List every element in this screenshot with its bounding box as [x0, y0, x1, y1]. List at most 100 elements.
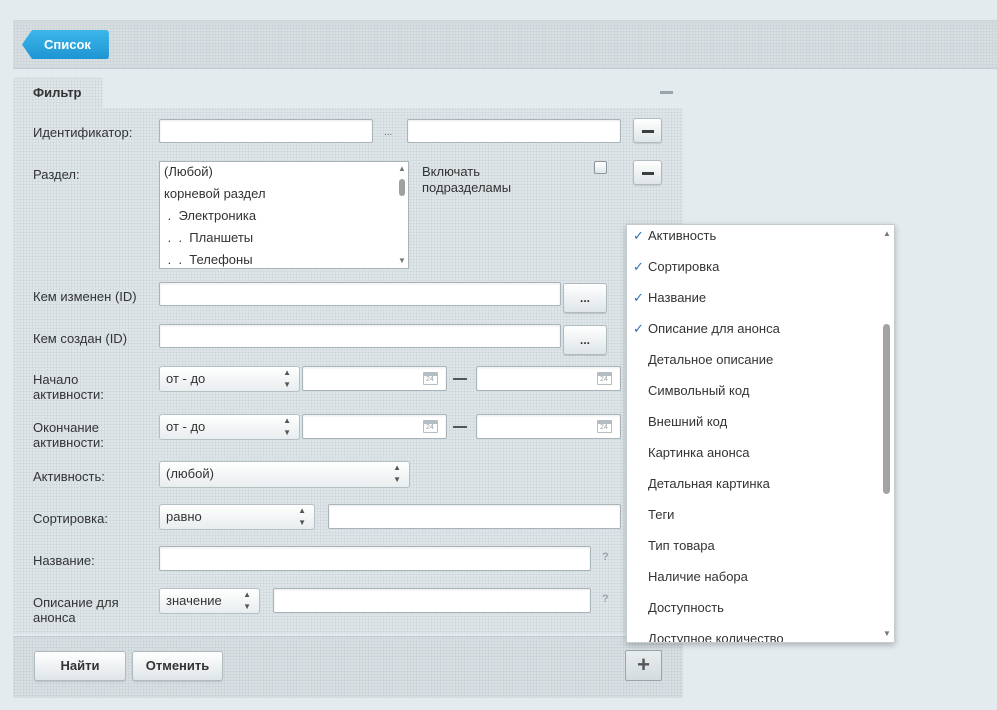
- calendar-icon[interactable]: 24: [597, 372, 612, 385]
- field-option-label: Детальная картинка: [648, 476, 770, 491]
- listbox-scrollbar[interactable]: ▲ ▼: [396, 162, 408, 268]
- select-arrows-icon: ▲ ▼: [393, 463, 401, 484]
- active-from-range-select[interactable]: от - до ▲ ▼: [159, 366, 300, 392]
- field-option-label: Сортировка: [648, 259, 720, 274]
- preview-text-help-icon[interactable]: ?: [602, 593, 609, 605]
- field-option[interactable]: ✓ Активность: [627, 227, 877, 258]
- field-chooser-popup[interactable]: ✓ Активность ✓ Сортировка ✓ Название ✓ Описание…: [626, 224, 895, 643]
- select-arrows-icon: ▲ ▼: [298, 506, 306, 527]
- modified-by-lookup-button[interactable]: ...: [563, 283, 607, 313]
- select-value: от - до: [166, 419, 206, 434]
- calendar-icon[interactable]: 24: [423, 372, 438, 385]
- section-option[interactable]: . . Планшеты: [160, 228, 408, 250]
- field-option[interactable]: ✓ Описание для анонса: [627, 320, 877, 351]
- preview-text-condition-select[interactable]: значение ▲ ▼: [159, 588, 260, 614]
- field-option[interactable]: Картинка анонса: [627, 444, 877, 475]
- field-option[interactable]: Тип товара: [627, 537, 877, 568]
- field-option[interactable]: ✓ Сортировка: [627, 258, 877, 289]
- section-listbox[interactable]: (Любой) корневой раздел . Электроника . …: [159, 161, 409, 269]
- scroll-up-icon[interactable]: ▲: [883, 229, 891, 238]
- preview-text-label-2: анонса: [33, 610, 76, 625]
- name-help-icon[interactable]: ?: [602, 551, 609, 563]
- active-from-label-2: активности:: [33, 387, 104, 402]
- name-label: Название:: [33, 553, 95, 568]
- range-dash: [453, 378, 467, 380]
- field-option[interactable]: Доступное количество: [627, 630, 877, 643]
- cancel-button[interactable]: Отменить: [132, 651, 223, 681]
- scroll-down-icon[interactable]: ▼: [398, 256, 406, 265]
- field-option[interactable]: Теги: [627, 506, 877, 537]
- active-to-range-select[interactable]: от - до ▲ ▼: [159, 414, 300, 440]
- scroll-thumb[interactable]: [399, 179, 405, 196]
- remove-section-button[interactable]: [633, 160, 662, 185]
- field-option-label: Доступное количество: [648, 631, 784, 643]
- active-to-label-2: активности:: [33, 435, 104, 450]
- created-by-lookup-button[interactable]: ...: [563, 325, 607, 355]
- id-range-separator: ...: [384, 127, 393, 138]
- id-label: Идентификатор:: [33, 125, 133, 140]
- popup-scrollbar[interactable]: ▲ ▼: [880, 225, 894, 642]
- checkmark-icon: ✓: [633, 259, 644, 274]
- find-button[interactable]: Найти: [34, 651, 126, 681]
- active-from-label-1: Начало: [33, 372, 79, 387]
- modified-by-input[interactable]: [159, 282, 561, 306]
- back-to-list-button[interactable]: Список: [22, 30, 109, 59]
- select-value: (любой): [166, 466, 214, 481]
- active-to-label-1: Окончание: [33, 420, 100, 435]
- preview-text-label-1: Описание для: [33, 595, 119, 610]
- id-to-input[interactable]: [407, 119, 621, 143]
- field-option[interactable]: Детальное описание: [627, 351, 877, 382]
- calendar-icon[interactable]: 24: [423, 420, 438, 433]
- active-from-date-start[interactable]: 24: [302, 366, 447, 391]
- field-option-label: Название: [648, 290, 707, 305]
- field-option-label: Активность: [648, 228, 717, 243]
- field-option-label: Символьный код: [648, 383, 750, 398]
- active-from-date-end[interactable]: 24: [476, 366, 621, 391]
- active-label: Активность:: [33, 469, 105, 484]
- section-option[interactable]: (Любой): [160, 162, 408, 184]
- select-value: равно: [166, 509, 202, 524]
- checkmark-icon: ✓: [633, 321, 644, 336]
- field-option[interactable]: ✓ Название: [627, 289, 877, 320]
- minus-icon: [642, 172, 654, 175]
- include-subsections-label-1: Включать: [422, 164, 480, 179]
- field-option-label: Картинка анонса: [648, 445, 750, 460]
- calendar-icon[interactable]: 24: [597, 420, 612, 433]
- include-subsections-checkbox[interactable]: [594, 161, 607, 174]
- checkmark-icon: ✓: [633, 228, 644, 243]
- field-option[interactable]: Детальная картинка: [627, 475, 877, 506]
- sort-label: Сортировка:: [33, 511, 108, 526]
- select-arrows-icon: ▲ ▼: [283, 416, 291, 437]
- remove-id-button[interactable]: [633, 118, 662, 143]
- select-arrows-icon: ▲ ▼: [283, 368, 291, 389]
- scroll-down-icon[interactable]: ▼: [883, 629, 891, 638]
- add-field-button[interactable]: +: [625, 650, 662, 681]
- active-to-date-start[interactable]: 24: [302, 414, 447, 439]
- active-select[interactable]: (любой) ▲ ▼: [159, 461, 410, 488]
- field-option-label: Внешний код: [648, 414, 728, 429]
- range-dash: [453, 426, 467, 428]
- checkmark-icon: ✓: [633, 290, 644, 305]
- tab-filter[interactable]: Фильтр: [13, 77, 103, 108]
- active-to-date-end[interactable]: 24: [476, 414, 621, 439]
- field-option[interactable]: Внешний код: [627, 413, 877, 444]
- preview-text-input[interactable]: [273, 588, 591, 613]
- field-option[interactable]: Символьный код: [627, 382, 877, 413]
- sort-value-input[interactable]: [328, 504, 621, 529]
- minimize-icon[interactable]: [660, 91, 673, 94]
- section-option[interactable]: . . Телефоны: [160, 250, 408, 268]
- section-option[interactable]: . Электроника: [160, 206, 408, 228]
- scroll-up-icon[interactable]: ▲: [398, 164, 406, 173]
- field-option-label: Доступность: [648, 600, 724, 615]
- created-by-input[interactable]: [159, 324, 561, 348]
- select-value: значение: [166, 593, 222, 608]
- id-from-input[interactable]: [159, 119, 373, 143]
- field-option[interactable]: Наличие набора: [627, 568, 877, 599]
- created-by-label: Кем создан (ID): [33, 331, 128, 346]
- scroll-thumb[interactable]: [883, 324, 890, 494]
- name-input[interactable]: [159, 546, 591, 571]
- section-option[interactable]: корневой раздел: [160, 184, 408, 206]
- sort-condition-select[interactable]: равно ▲ ▼: [159, 504, 315, 530]
- field-option[interactable]: Доступность: [627, 599, 877, 630]
- field-option-label: Теги: [648, 507, 675, 522]
